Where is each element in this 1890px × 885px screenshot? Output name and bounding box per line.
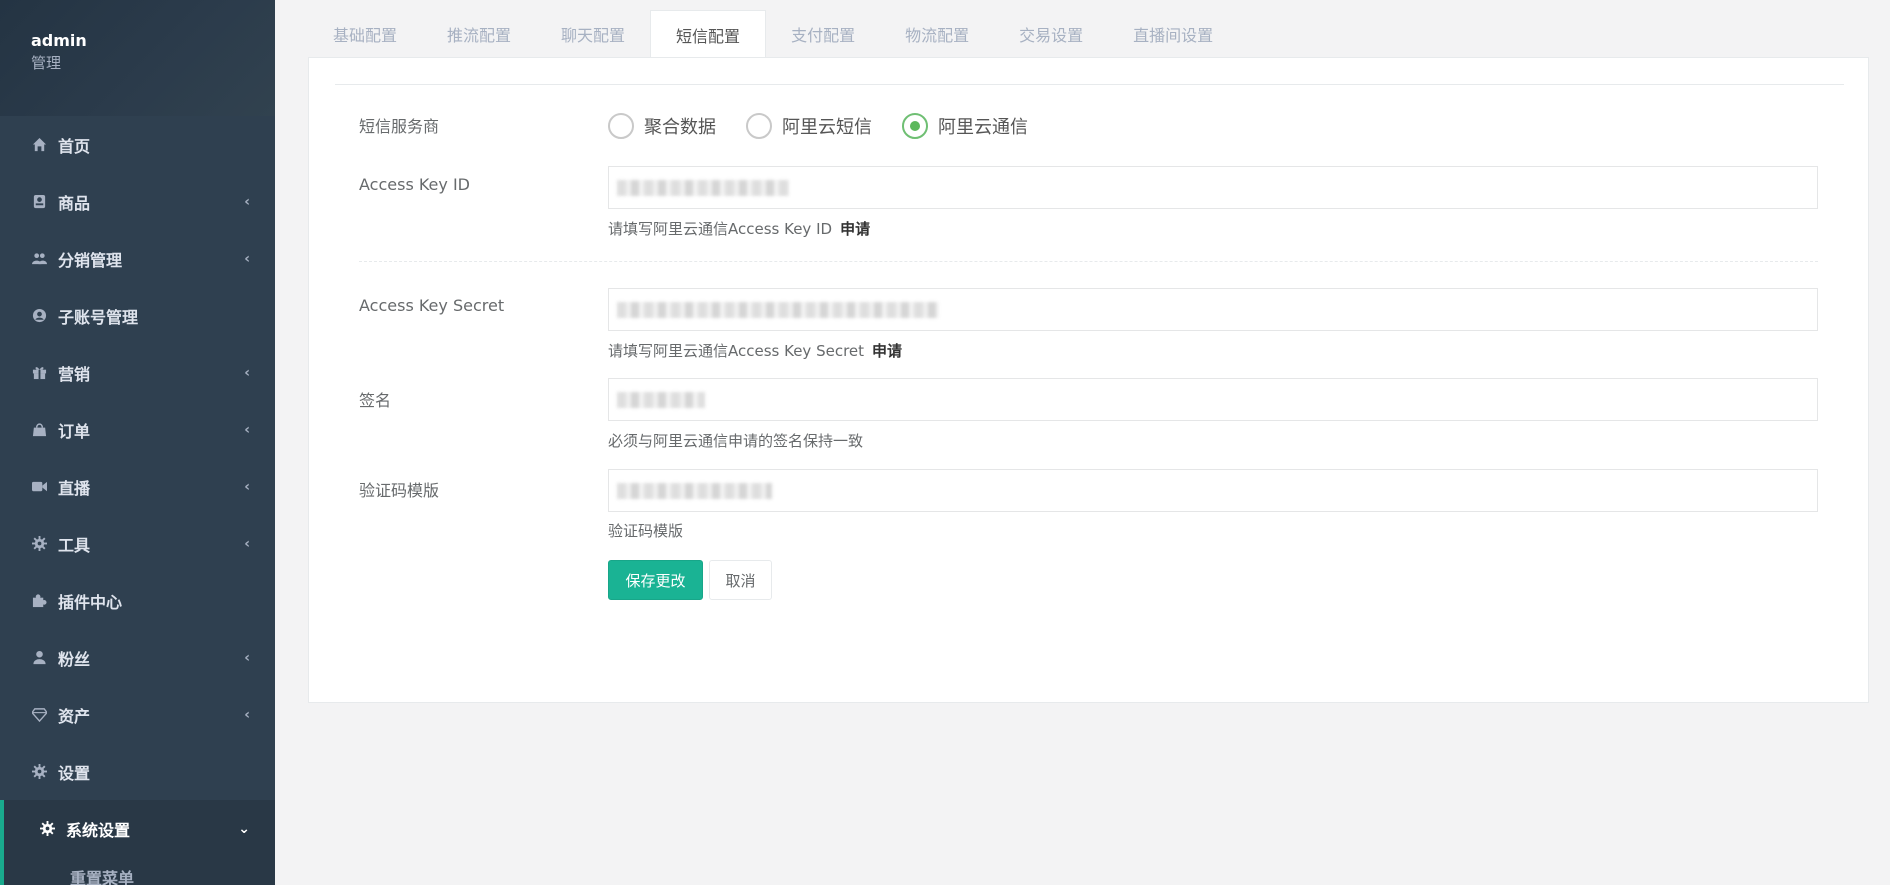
redacted-value bbox=[617, 392, 705, 408]
sidebar-item-label: 系统设置 bbox=[66, 820, 131, 840]
radio-label: 阿里云短信 bbox=[782, 117, 872, 138]
puzzle-icon bbox=[30, 592, 48, 610]
tab-sms[interactable]: 短信配置 bbox=[650, 10, 767, 58]
sidebar-item-marketing[interactable]: 营销 ‹ bbox=[0, 344, 275, 401]
tab-chat[interactable]: 聊天配置 bbox=[536, 10, 650, 58]
redacted-value bbox=[617, 302, 939, 318]
redacted-value bbox=[617, 180, 789, 196]
sidebar-item-label: 分销管理 bbox=[58, 250, 123, 270]
sidebar-item-label: 营销 bbox=[58, 364, 91, 384]
access-key-id-help: 请填写阿里云通信Access Key ID 申请 bbox=[608, 218, 870, 239]
access-key-id-label: Access Key ID bbox=[359, 175, 470, 194]
sidebar-item-plugins[interactable]: 插件中心 bbox=[0, 572, 275, 629]
sidebar-item-label: 粉丝 bbox=[58, 649, 91, 669]
sidebar-subitem-label: 重置菜单 bbox=[70, 869, 135, 885]
sidebar-item-goods[interactable]: 商品 ‹ bbox=[0, 173, 275, 230]
profile-header: admin 管理 bbox=[0, 0, 275, 116]
radio-circle-checked[interactable] bbox=[902, 113, 928, 139]
tab-payment[interactable]: 支付配置 bbox=[766, 10, 880, 58]
tab-basic[interactable]: 基础配置 bbox=[308, 10, 422, 58]
sidebar-item-live[interactable]: 直播 ‹ bbox=[0, 458, 275, 515]
chevron-left-icon: ‹ bbox=[244, 364, 250, 381]
gear-icon bbox=[38, 820, 56, 838]
chevron-left-icon: ‹ bbox=[244, 478, 250, 495]
tab-logistics[interactable]: 物流配置 bbox=[880, 10, 994, 58]
gear-icon bbox=[30, 535, 48, 553]
user-circle-icon bbox=[30, 307, 48, 325]
gear-icon bbox=[30, 763, 48, 781]
chevron-left-icon: ‹ bbox=[244, 706, 250, 723]
chevron-left-icon: ‹ bbox=[244, 193, 250, 210]
cancel-button[interactable]: 取消 bbox=[709, 560, 772, 600]
provider-label: 短信服务商 bbox=[359, 117, 440, 136]
profile-role: 管理 bbox=[31, 54, 62, 72]
profile-name[interactable]: admin bbox=[31, 30, 275, 52]
dashed-divider bbox=[359, 261, 1818, 262]
sidebar-item-label: 首页 bbox=[58, 136, 91, 156]
chevron-down-icon: ⌄ bbox=[238, 820, 250, 837]
save-button[interactable]: 保存更改 bbox=[608, 560, 703, 600]
provider-option-aliyun-sms[interactable]: 阿里云短信 bbox=[746, 113, 872, 139]
sidebar-item-fans[interactable]: 粉丝 ‹ bbox=[0, 629, 275, 686]
sidebar-item-label: 子账号管理 bbox=[58, 307, 139, 327]
sidebar-item-label: 商品 bbox=[58, 193, 91, 213]
diamond-icon bbox=[30, 706, 48, 724]
radio-circle[interactable] bbox=[608, 113, 634, 139]
sidebar-item-system-settings[interactable]: 系统设置 ⌄ bbox=[0, 800, 275, 857]
apply-link[interactable]: 申请 bbox=[872, 342, 902, 360]
radio-label: 阿里云通信 bbox=[938, 117, 1028, 138]
access-key-id-input[interactable] bbox=[608, 166, 1818, 209]
signature-help: 必须与阿里云通信申请的签名保持一致 bbox=[608, 432, 864, 450]
sidebar-item-orders[interactable]: 订单 ‹ bbox=[0, 401, 275, 458]
user-icon bbox=[30, 649, 48, 667]
bag-icon bbox=[30, 421, 48, 439]
radio-label: 聚合数据 bbox=[644, 117, 716, 138]
radio-circle[interactable] bbox=[746, 113, 772, 139]
sidebar-item-label: 资产 bbox=[58, 706, 91, 726]
users-icon bbox=[30, 250, 48, 268]
provider-radio-group: 聚合数据 阿里云短信 阿里云通信 bbox=[608, 113, 1058, 139]
access-key-secret-help: 请填写阿里云通信Access Key Secret 申请 bbox=[608, 340, 902, 361]
sidebar-item-label: 设置 bbox=[58, 763, 91, 783]
sidebar-subitem-reset-menu[interactable]: 重置菜单 bbox=[0, 857, 275, 885]
chevron-left-icon: ‹ bbox=[244, 535, 250, 552]
sidebar: admin 管理 首页 商品 ‹ 分销管理 ‹ 子账号管理 营销 ‹ 订单 ‹ … bbox=[0, 0, 275, 885]
sidebar-item-home[interactable]: 首页 bbox=[0, 116, 275, 173]
signature-input[interactable] bbox=[608, 378, 1818, 421]
access-key-secret-label: Access Key Secret bbox=[359, 296, 505, 315]
sidebar-item-label: 订单 bbox=[58, 421, 91, 441]
template-help: 验证码模版 bbox=[608, 522, 684, 540]
sidebar-item-settings[interactable]: 设置 bbox=[0, 743, 275, 800]
tab-trade[interactable]: 交易设置 bbox=[994, 10, 1108, 58]
sidebar-item-label: 插件中心 bbox=[58, 592, 123, 612]
access-key-secret-input[interactable] bbox=[608, 288, 1818, 331]
divider bbox=[335, 84, 1844, 85]
help-text: 请填写阿里云通信Access Key Secret bbox=[608, 342, 865, 360]
home-icon bbox=[30, 136, 48, 154]
sidebar-item-label: 工具 bbox=[58, 535, 91, 555]
provider-option-aliyun-comm[interactable]: 阿里云通信 bbox=[902, 113, 1028, 139]
video-icon bbox=[30, 478, 48, 496]
sms-config-panel: 短信服务商 聚合数据 阿里云短信 阿里云通信 Access Key ID 请填写… bbox=[308, 57, 1869, 703]
sidebar-item-distribution[interactable]: 分销管理 ‹ bbox=[0, 230, 275, 287]
apply-link[interactable]: 申请 bbox=[840, 220, 870, 238]
config-tabs: 基础配置 推流配置 聊天配置 短信配置 支付配置 物流配置 交易设置 直播间设置 bbox=[308, 10, 1238, 58]
chevron-left-icon: ‹ bbox=[244, 421, 250, 438]
tab-live-room[interactable]: 直播间设置 bbox=[1108, 10, 1238, 58]
goods-icon bbox=[30, 193, 48, 211]
signature-label: 签名 bbox=[359, 391, 392, 410]
sidebar-item-tools[interactable]: 工具 ‹ bbox=[0, 515, 275, 572]
help-text: 请填写阿里云通信Access Key ID bbox=[608, 220, 833, 238]
sidebar-item-assets[interactable]: 资产 ‹ bbox=[0, 686, 275, 743]
template-input[interactable] bbox=[608, 469, 1818, 512]
sidebar-item-label: 直播 bbox=[58, 478, 91, 498]
tab-stream[interactable]: 推流配置 bbox=[422, 10, 536, 58]
redacted-value bbox=[617, 483, 772, 499]
sidebar-item-subaccount[interactable]: 子账号管理 bbox=[0, 287, 275, 344]
provider-option-juhe[interactable]: 聚合数据 bbox=[608, 113, 716, 139]
chevron-left-icon: ‹ bbox=[244, 250, 250, 267]
gift-icon bbox=[30, 364, 48, 382]
template-label: 验证码模版 bbox=[359, 481, 440, 500]
chevron-left-icon: ‹ bbox=[244, 649, 250, 666]
